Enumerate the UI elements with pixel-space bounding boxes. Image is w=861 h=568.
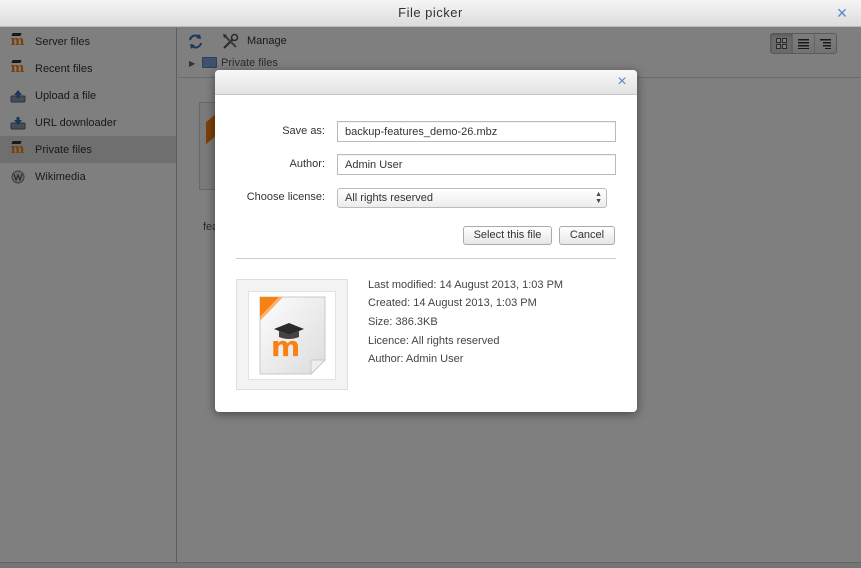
info-author: Author: Admin User xyxy=(368,353,464,365)
dialog-header: × xyxy=(215,70,637,95)
author-input[interactable] xyxy=(337,154,616,175)
save-as-label: Save as: xyxy=(282,125,325,137)
save-as-input[interactable] xyxy=(337,121,616,142)
info-licence: Licence: All rights reserved xyxy=(368,335,500,347)
select-arrows-icon: ▲ ▼ xyxy=(595,191,602,205)
select-this-file-button[interactable]: Select this file xyxy=(463,226,552,245)
mbz-file-icon: m xyxy=(248,291,336,380)
info-created: Created: 14 August 2013, 1:03 PM xyxy=(368,297,537,309)
license-selected-value: All rights reserved xyxy=(345,192,434,204)
file-preview: m xyxy=(236,279,348,390)
license-select[interactable]: All rights reserved ▲ ▼ xyxy=(337,188,607,208)
cancel-button[interactable]: Cancel xyxy=(559,226,615,245)
divider xyxy=(236,258,616,259)
author-label: Author: xyxy=(289,158,325,170)
window-close-icon[interactable]: × xyxy=(833,4,851,22)
info-size: Size: 386.3KB xyxy=(368,316,438,328)
svg-text:m: m xyxy=(271,330,300,363)
info-last-modified: Last modified: 14 August 2013, 1:03 PM xyxy=(368,279,564,291)
select-file-dialog: × Save as: Author: Choose license: All r… xyxy=(215,70,637,412)
dialog-close-icon[interactable]: × xyxy=(615,74,629,90)
license-label: Choose license: xyxy=(246,191,325,203)
window-title: File picker xyxy=(0,0,861,27)
